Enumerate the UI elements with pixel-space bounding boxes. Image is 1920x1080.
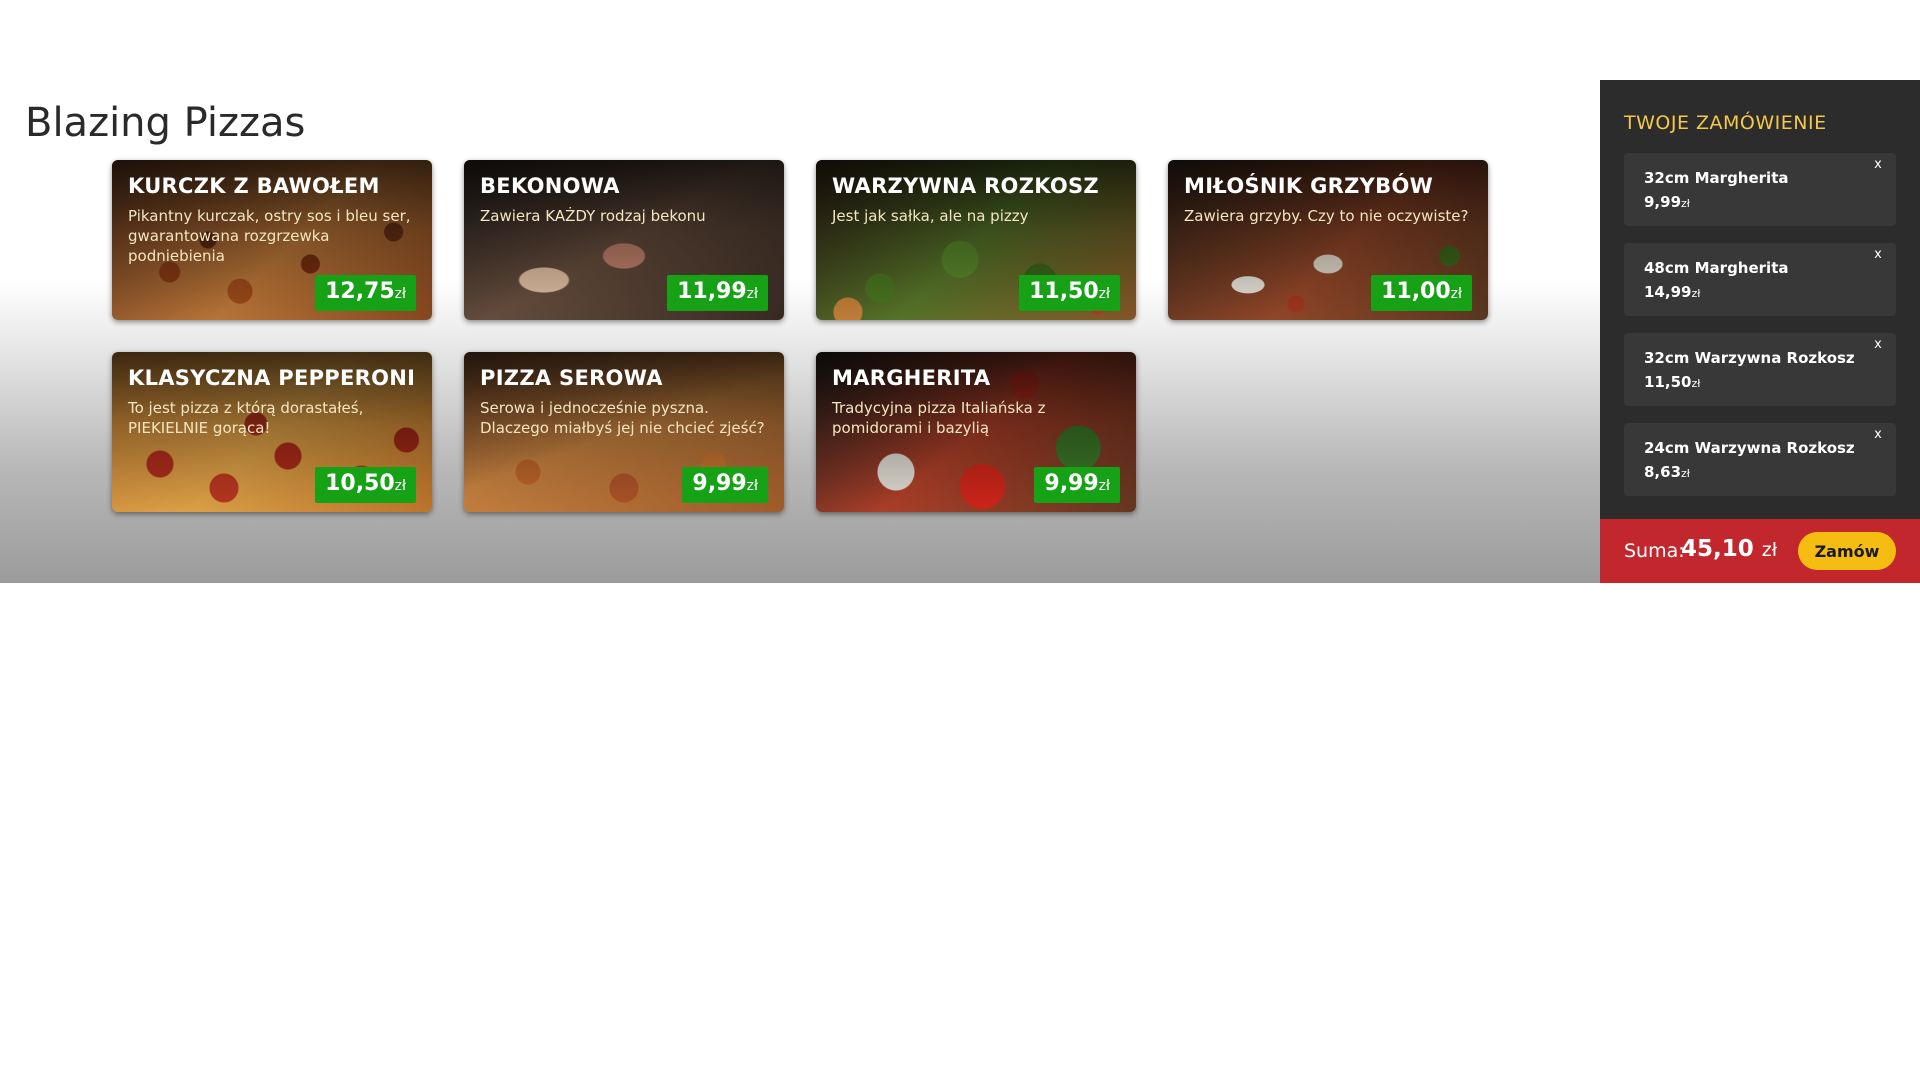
pizza-description: To jest pizza z którą dorastałeś, PIEKIE… xyxy=(128,399,364,437)
pizza-name: MIŁOŚNIK GRZYBÓW xyxy=(1184,174,1434,198)
pizza-name: WARZYWNA ROZKOSZ xyxy=(832,174,1099,198)
remove-item-icon[interactable]: x xyxy=(1870,157,1886,173)
order-item-price: 14,99zł xyxy=(1644,283,1701,301)
pizza-description: Zawiera KAŻDY rodzaj bekonu xyxy=(480,207,706,225)
pizza-name: PIZZA SEROWA xyxy=(480,366,663,390)
currency-label: zł xyxy=(1098,478,1110,494)
remove-item-icon[interactable]: x xyxy=(1870,247,1886,263)
price-badge: 11,50zł xyxy=(1019,275,1120,311)
currency-label: zł xyxy=(394,478,406,494)
pizza-name: KLASYCZNA PEPPERONI xyxy=(128,366,416,390)
price-badge: 9,99zł xyxy=(682,467,768,503)
remove-item-icon[interactable]: x xyxy=(1870,337,1886,353)
price-badge: 11,00zł xyxy=(1371,275,1472,311)
pizza-card-warzywna[interactable]: WARZYWNA ROZKOSZ Jest jak sałka, ale na … xyxy=(816,160,1136,320)
order-item: 32cm Margherita 9,99zł x xyxy=(1624,153,1896,226)
price-badge: 12,75zł xyxy=(315,275,416,311)
price-badge: 9,99zł xyxy=(1034,467,1120,503)
order-item-price: 8,63zł xyxy=(1644,463,1690,481)
total-value: 45,10 zł xyxy=(1681,536,1778,562)
order-item-name: 24cm Warzywna Rozkosz xyxy=(1644,439,1855,457)
pizza-name: MARGHERITA xyxy=(832,366,991,390)
price-value: 11,00 xyxy=(1381,279,1451,304)
currency-label: zł xyxy=(394,286,406,302)
pizza-name: KURCZK Z BAWOŁEM xyxy=(128,174,380,198)
order-button[interactable]: Zamów xyxy=(1798,532,1896,570)
currency-label: zł xyxy=(746,286,758,302)
price-value: 12,75 xyxy=(325,279,395,304)
remove-item-icon[interactable]: x xyxy=(1870,427,1886,443)
order-item-price: 11,50zł xyxy=(1644,373,1701,391)
price-value: 11,50 xyxy=(1029,279,1099,304)
price-value: 11,99 xyxy=(677,279,747,304)
order-item-name: 48cm Margherita xyxy=(1644,259,1789,277)
currency-label: zł xyxy=(1098,286,1110,302)
pizza-card-serowa[interactable]: PIZZA SEROWA Serowa i jednocześnie pyszn… xyxy=(464,352,784,512)
pizza-card-pepperoni[interactable]: KLASYCZNA PEPPERONI To jest pizza z któr… xyxy=(112,352,432,512)
pizza-card-grzyby[interactable]: MIŁOŚNIK GRZYBÓW Zawiera grzyby. Czy to … xyxy=(1168,160,1488,320)
order-item: 24cm Warzywna Rozkosz 8,63zł x xyxy=(1624,423,1896,496)
price-badge: 11,99zł xyxy=(667,275,768,311)
order-item: 48cm Margherita 14,99zł x xyxy=(1624,243,1896,316)
pizza-card-kurczak[interactable]: KURCZK Z BAWOŁEM Pikantny kurczak, ostry… xyxy=(112,160,432,320)
main-area: Blazing Pizzas KURCZK Z BAWOŁEM Pikantny… xyxy=(0,0,1600,583)
order-item-name: 32cm Warzywna Rozkosz xyxy=(1644,349,1855,367)
page-title: Blazing Pizzas xyxy=(25,100,306,146)
price-value: 10,50 xyxy=(325,471,395,496)
pizza-description: Jest jak sałka, ale na pizzy xyxy=(832,207,1029,225)
pizza-card-margherita[interactable]: MARGHERITA Tradycyjna pizza Italiańska z… xyxy=(816,352,1136,512)
order-title: TWOJE ZAMÓWIENIE xyxy=(1624,112,1827,134)
price-value: 9,99 xyxy=(1044,471,1099,496)
price-badge: 10,50zł xyxy=(315,467,416,503)
order-item-name: 32cm Margherita xyxy=(1644,169,1789,187)
pizza-description: Zawiera grzyby. Czy to nie oczywiste? xyxy=(1184,207,1469,225)
order-item-price: 9,99zł xyxy=(1644,193,1690,211)
pizza-description: Tradycyjna pizza Italiańska z pomidorami… xyxy=(832,399,1046,437)
order-sidebar: TWOJE ZAMÓWIENIE 32cm Margherita 9,99zł … xyxy=(1600,80,1920,583)
total-label: Suma: xyxy=(1624,540,1685,562)
order-item: 32cm Warzywna Rozkosz 11,50zł x xyxy=(1624,333,1896,406)
pizza-name: BEKONOWA xyxy=(480,174,620,198)
price-value: 9,99 xyxy=(692,471,747,496)
order-total-bar: Suma: 45,10 zł Zamów xyxy=(1600,519,1920,583)
currency-label: zł xyxy=(1450,286,1462,302)
pizza-description: Serowa i jednocześnie pyszna. Dlaczego m… xyxy=(480,399,765,437)
currency-label: zł xyxy=(746,478,758,494)
pizza-description: Pikantny kurczak, ostry sos i bleu ser, … xyxy=(128,207,411,265)
pizza-card-bekonowa[interactable]: BEKONOWA Zawiera KAŻDY rodzaj bekonu 11,… xyxy=(464,160,784,320)
